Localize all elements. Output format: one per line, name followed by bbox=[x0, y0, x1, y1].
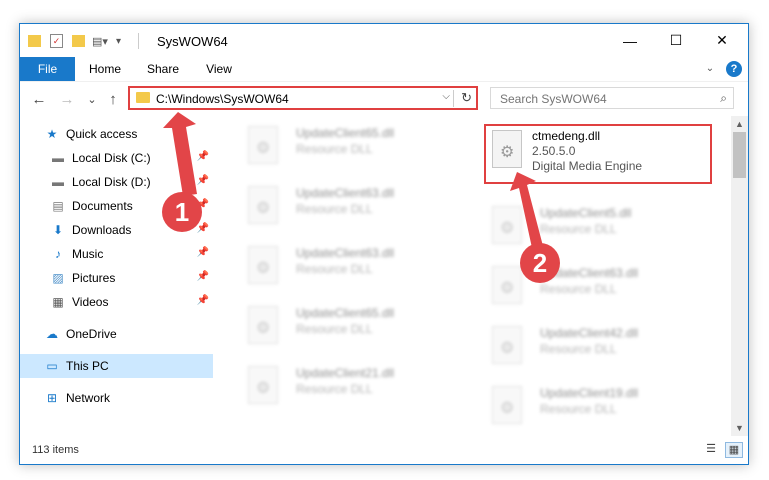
annotation-arrows bbox=[163, 112, 543, 248]
annotation-badge-1: 1 bbox=[162, 192, 202, 232]
annotation-badge-2: 2 bbox=[520, 243, 560, 283]
arrow-2-shape bbox=[510, 172, 543, 248]
arrow-1-shape bbox=[163, 112, 197, 196]
